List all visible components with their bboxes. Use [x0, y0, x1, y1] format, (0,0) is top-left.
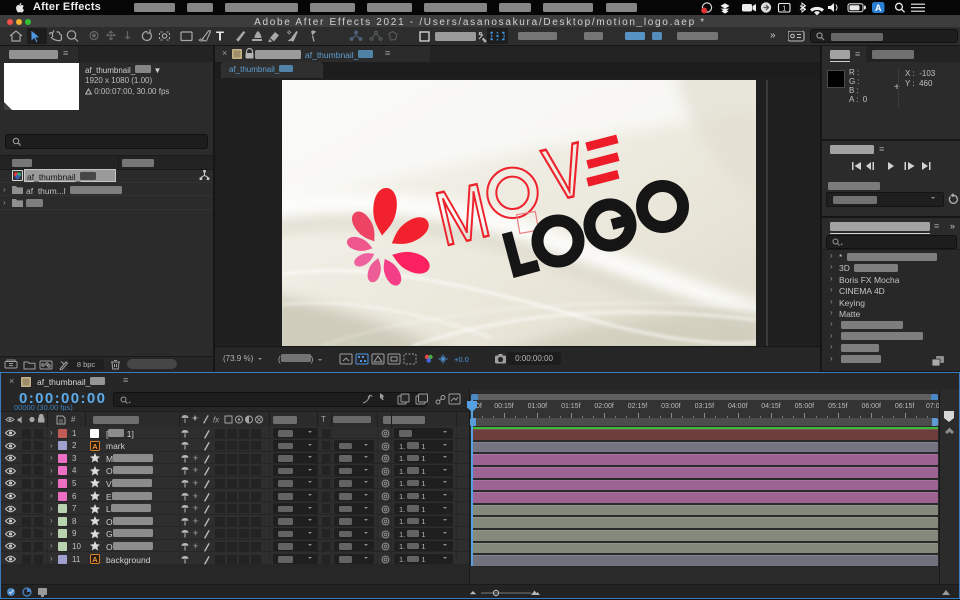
svg-text:A: A — [92, 555, 98, 564]
svg-text:1: 1 — [782, 6, 786, 13]
svg-text:A: A — [875, 3, 882, 13]
svg-text:+0.0: +0.0 — [454, 355, 469, 364]
svg-text:A: A — [92, 442, 98, 451]
svg-text:fx: fx — [213, 416, 220, 425]
svg-text:T: T — [216, 29, 224, 44]
